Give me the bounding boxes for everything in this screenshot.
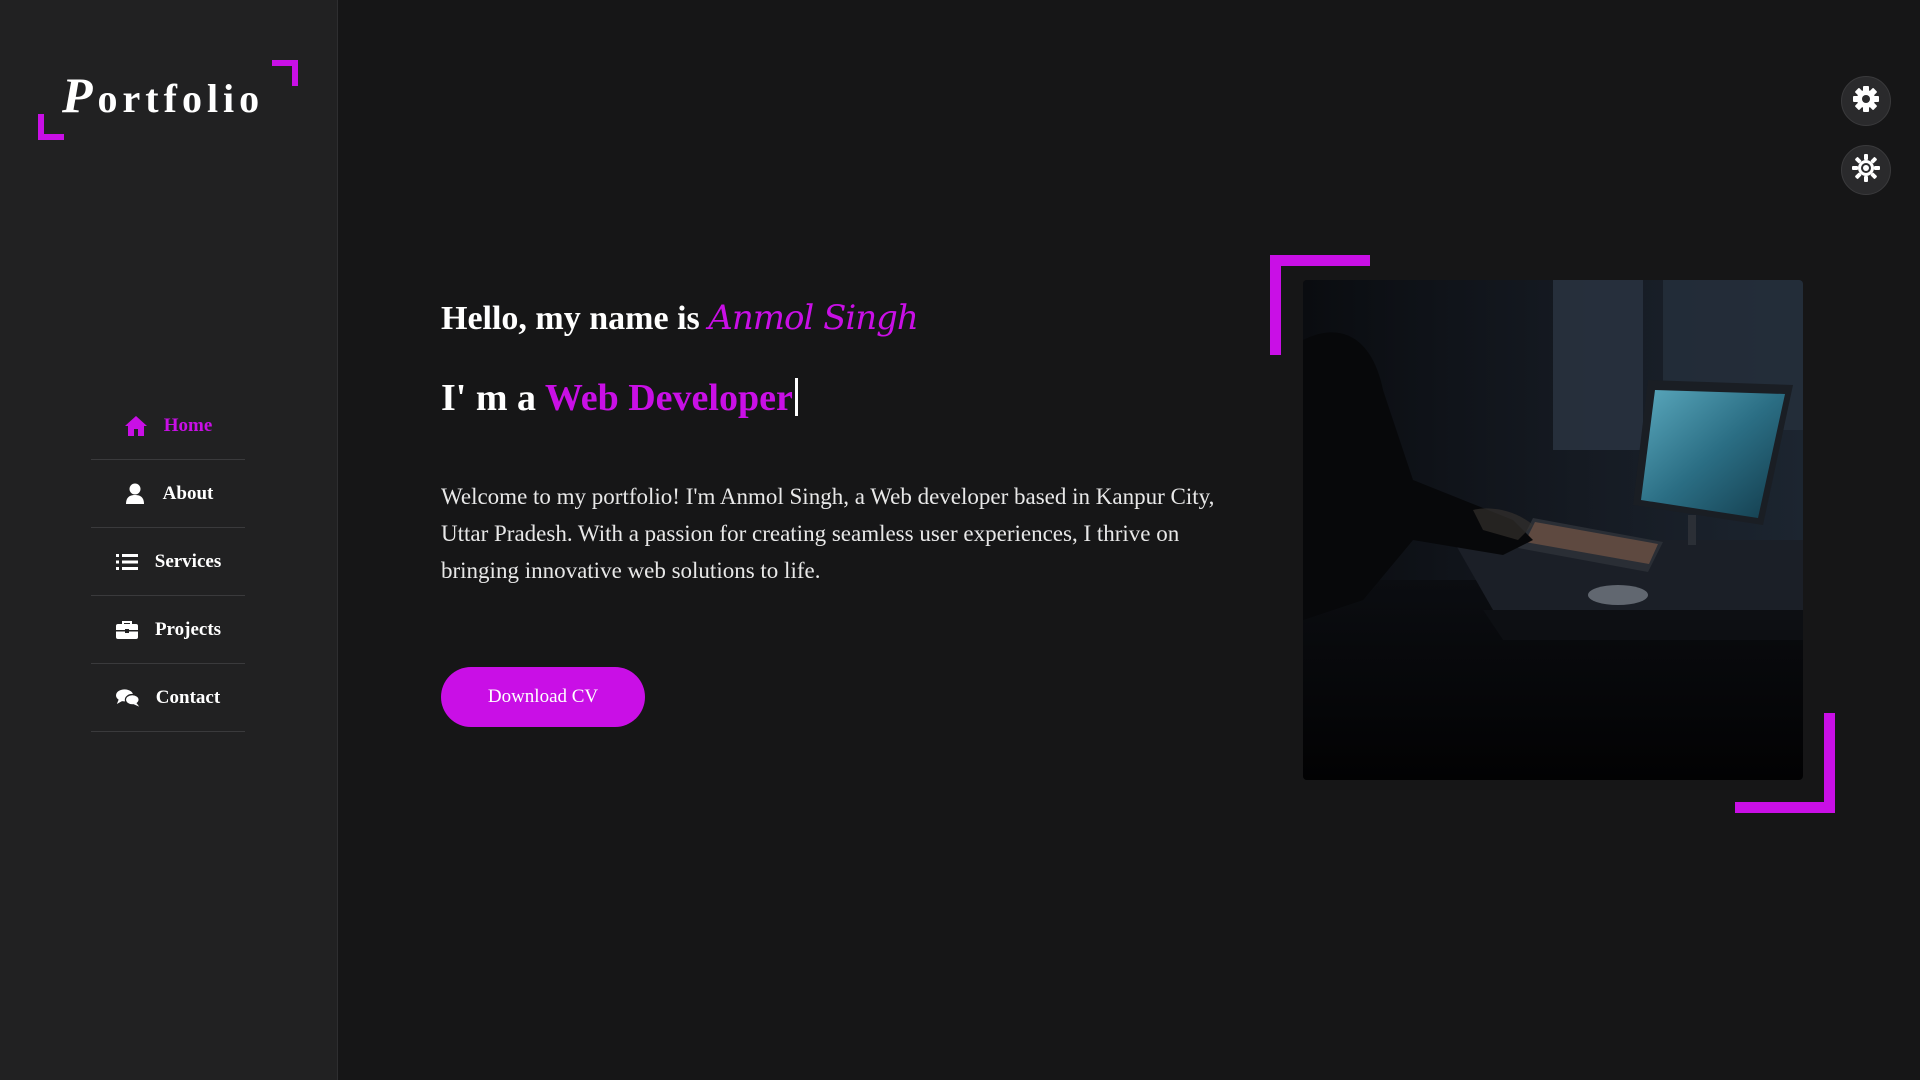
typing-cursor (794, 378, 798, 416)
settings-toggle-button[interactable] (1841, 76, 1891, 126)
nav-item-services[interactable]: Services (91, 528, 245, 596)
hero-role-line: I' m a Web Developer (441, 376, 798, 420)
hero-role: Web Developer (544, 377, 793, 419)
nav-label-projects: Projects (154, 618, 222, 640)
sidebar: Portfolio Home About Services Projects C… (0, 0, 338, 1080)
nav-label-contact: Contact (155, 686, 221, 708)
logo-corner-top-right (272, 60, 298, 86)
logo-text: Portfolio (62, 67, 265, 123)
home-icon (124, 414, 148, 438)
download-cv-button[interactable]: Download CV (441, 667, 645, 727)
hero-intro: Welcome to my portfolio! I'm Anmol Singh… (441, 484, 1215, 583)
nav-item-contact[interactable]: Contact (91, 664, 245, 732)
list-icon (115, 550, 139, 574)
briefcase-icon (115, 618, 139, 642)
hero-image (1303, 280, 1803, 780)
sun-gear-icon (1851, 153, 1881, 188)
developer-at-desk-image (1303, 280, 1803, 780)
nav-label-services: Services (154, 550, 222, 572)
nav-label-about: About (162, 482, 214, 504)
hero-name: Anmol Singh (708, 298, 919, 338)
comments-icon (115, 686, 140, 710)
user-icon (123, 482, 147, 506)
logo[interactable]: Portfolio (38, 60, 298, 140)
nav-item-projects[interactable]: Projects (91, 596, 245, 664)
theme-toggle-button[interactable] (1841, 145, 1891, 195)
nav-label-home: Home (163, 414, 213, 436)
gear-icon (1852, 85, 1880, 118)
main-nav: Home About Services Projects Contact (91, 392, 245, 732)
nav-item-home[interactable]: Home (91, 392, 245, 460)
nav-item-about[interactable]: About (91, 460, 245, 528)
logo-corner-bottom-left (38, 114, 64, 140)
hero-greeting: Hello, my name is Anmol Singh (441, 298, 919, 338)
